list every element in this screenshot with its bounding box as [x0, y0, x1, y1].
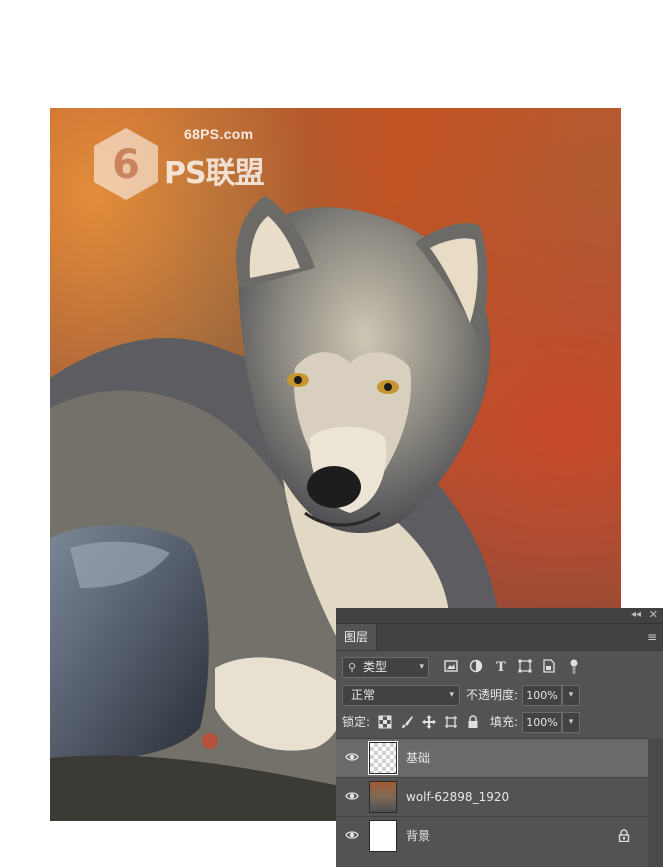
search-icon: ⚲	[348, 661, 357, 674]
watermark-text: PS联盟	[164, 156, 265, 191]
watermark-domain: 68PS.com	[184, 126, 254, 142]
layer-name[interactable]: 背景	[406, 817, 430, 855]
panel-title-bar[interactable]: ◂◂ ✕	[336, 608, 663, 624]
layer-name[interactable]: wolf-62898_1920	[406, 778, 509, 816]
layer-row-base[interactable]: 基础	[336, 738, 648, 777]
blend-row: 正常 ▾ 不透明度: 100% ▾	[340, 685, 660, 707]
smart-object-filter-icon[interactable]	[542, 659, 556, 673]
filter-toggle-icon[interactable]	[567, 659, 581, 674]
blend-mode-value: 正常	[351, 688, 376, 702]
fill-label: 填充:	[490, 715, 519, 729]
opacity-dropdown-button[interactable]: ▾	[562, 685, 580, 706]
shape-filter-icon[interactable]	[518, 659, 532, 673]
layers-scrollbar[interactable]	[648, 738, 663, 867]
collapse-icon[interactable]: ◂◂	[631, 609, 641, 620]
fill-dropdown-button[interactable]: ▾	[562, 712, 580, 733]
watermark: 6 68PS.com PS联盟	[92, 126, 272, 206]
layer-filter-row: ⚲ 类型 ▾ T	[340, 657, 660, 679]
fill-input[interactable]: 100%	[522, 712, 562, 733]
type-filter-icon[interactable]: T	[494, 659, 508, 673]
tab-layers[interactable]: 图层	[336, 624, 377, 650]
lock-paint-icon[interactable]	[400, 715, 414, 729]
opacity-input[interactable]: 100%	[522, 685, 562, 706]
blend-mode-select[interactable]: 正常 ▾	[342, 685, 460, 706]
svg-text:6: 6	[112, 142, 140, 188]
opacity-label: 不透明度:	[466, 688, 519, 702]
panel-tab-bar: 图层 ≡	[336, 624, 663, 651]
layers-panel: ◂◂ ✕ 图层 ≡ ⚲ 类型 ▾ T 正常 ▾ 不透明度: 100% ▾ 锁定:…	[336, 608, 663, 867]
lock-position-icon[interactable]	[422, 715, 436, 729]
ps-logo-icon: 6	[94, 128, 158, 200]
layers-list: 基础 wolf-62898_1920 背景	[336, 738, 648, 855]
lock-artboard-icon[interactable]	[444, 715, 458, 729]
image-filter-icon[interactable]	[444, 659, 458, 673]
adjustment-filter-icon[interactable]	[469, 659, 483, 673]
lock-row: 锁定: 填充: 100% ▾	[340, 712, 660, 734]
layer-lock-icon	[618, 829, 630, 842]
panel-menu-icon[interactable]: ≡	[647, 630, 657, 644]
svg-text:T: T	[496, 660, 506, 673]
layer-row-background[interactable]: 背景	[336, 816, 648, 855]
eye-icon[interactable]	[345, 790, 359, 802]
layer-thumbnail	[369, 820, 397, 852]
layer-name[interactable]: 基础	[406, 739, 430, 777]
layer-thumbnail	[369, 781, 397, 813]
kind-filter-label: 类型	[363, 660, 388, 674]
eye-icon[interactable]	[345, 751, 359, 763]
lock-label: 锁定:	[342, 715, 371, 729]
kind-filter-select[interactable]: ⚲ 类型 ▾	[342, 657, 429, 678]
lock-all-icon[interactable]	[466, 715, 480, 729]
chevron-down-icon: ▾	[449, 690, 454, 700]
eye-icon[interactable]	[345, 829, 359, 841]
layer-thumbnail	[368, 741, 398, 775]
layer-row-wolf[interactable]: wolf-62898_1920	[336, 777, 648, 816]
chevron-down-icon: ▾	[419, 662, 424, 672]
close-icon[interactable]: ✕	[649, 608, 658, 621]
lock-transparent-icon[interactable]	[378, 715, 392, 729]
